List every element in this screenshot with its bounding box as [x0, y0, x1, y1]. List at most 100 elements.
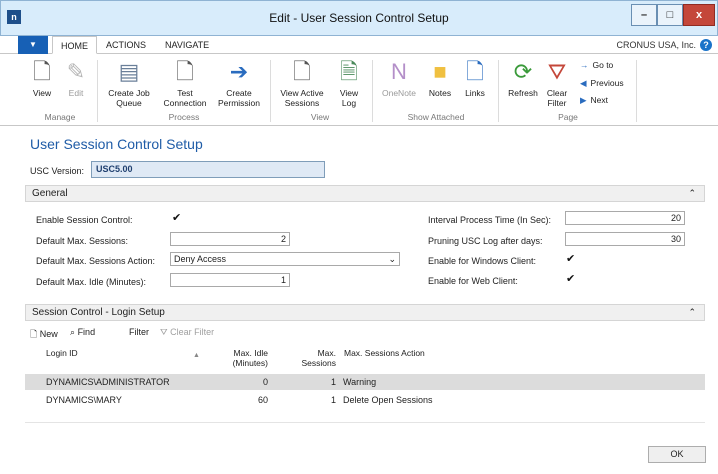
column-header-login-id[interactable]: Login ID — [46, 348, 78, 358]
cell-max-idle: 0 — [262, 377, 268, 387]
table-row[interactable]: DYNAMICS\ADMINISTRATOR 0 1 Warning — [25, 374, 705, 390]
usc-version-label: USC Version: — [30, 166, 85, 176]
group-divider — [636, 60, 637, 122]
clear-filter-icon: ⛛ — [547, 59, 567, 84]
group-divider — [97, 60, 98, 122]
enable-session-control-checkbox[interactable]: ✔ — [172, 213, 183, 224]
triangle-right-icon: ▶ — [580, 95, 587, 105]
cell-max-sessions: 1 — [330, 395, 336, 405]
tab-actions[interactable]: ACTIONS — [98, 36, 154, 54]
page-title: User Session Control Setup — [30, 136, 203, 152]
create-job-queue-button[interactable]: ▤ Create Job Queue — [102, 58, 156, 108]
notes-button[interactable]: ■ Notes — [424, 58, 456, 98]
chevron-up-icon[interactable]: ⌃ — [688, 305, 696, 320]
default-max-sessions-field[interactable]: 2 — [170, 232, 290, 246]
document-check-icon: 🗋 — [176, 59, 194, 84]
default-max-idle-field[interactable]: 1 — [170, 273, 290, 287]
new-button[interactable]: 🗋 New — [30, 327, 58, 343]
job-queue-icon: ▤ — [118, 59, 140, 84]
view-active-sessions-button[interactable]: 🗋 View Active Sessions — [274, 58, 330, 108]
binoculars-icon: ⌕ — [70, 327, 76, 337]
enable-session-control-label: Enable Session Control: — [36, 215, 133, 225]
view-button[interactable]: 🗋 View — [28, 58, 56, 98]
tab-navigate[interactable]: NAVIGATE — [157, 36, 217, 54]
enable-windows-client-label: Enable for Windows Client: — [428, 256, 537, 266]
enable-web-client-label: Enable for Web Client: — [428, 276, 518, 286]
find-button[interactable]: ⌕ Find — [70, 327, 95, 338]
chevron-down-icon: ⌄ — [388, 254, 396, 264]
general-section-header[interactable]: General ⌃ — [25, 185, 705, 202]
note-icon: ■ — [433, 59, 447, 84]
interval-process-time-field[interactable]: 20 — [565, 211, 685, 225]
group-divider — [270, 60, 271, 122]
view-log-button[interactable]: 🗎 View Log — [334, 58, 364, 108]
column-header-max-idle[interactable]: Max. Idle (Minutes) — [218, 348, 268, 368]
column-header-max-sessions[interactable]: Max. Sessions — [292, 348, 337, 368]
onenote-icon: N — [391, 59, 407, 84]
cell-max-sessions: 1 — [330, 377, 336, 387]
default-max-sessions-action-select[interactable]: Deny Access ⌄ — [170, 252, 400, 266]
view-icon: 🗋 — [33, 59, 51, 84]
maximize-button[interactable]: □ — [657, 4, 683, 26]
document-search-icon: 🗋 — [293, 59, 311, 84]
ok-button[interactable]: OK — [648, 446, 706, 463]
refresh-button[interactable]: ⟳ Refresh — [504, 58, 542, 98]
default-max-sessions-label: Default Max. Sessions: — [36, 236, 129, 246]
edit-button[interactable]: ✎ Edit — [62, 58, 90, 98]
default-max-idle-label: Default Max. Idle (Minutes): — [36, 277, 147, 287]
go-to-button[interactable]: → Go to — [580, 60, 613, 70]
link-icon: 🗋 — [466, 59, 484, 84]
next-button[interactable]: ▶ Next — [580, 95, 608, 106]
arrow-right-circle-icon: ➔ — [229, 59, 249, 84]
title-bar: n Edit - User Session Control Setup – □ … — [0, 0, 718, 36]
group-label-manage: Manage — [44, 112, 76, 122]
filter-button[interactable]: Filter — [129, 327, 149, 337]
chevron-up-icon[interactable]: ⌃ — [688, 186, 696, 201]
cell-login-id: DYNAMICS\ADMINISTRATOR — [46, 377, 170, 387]
group-label-process: Process — [168, 112, 200, 122]
column-header-max-sessions-action[interactable]: Max. Sessions Action — [344, 348, 425, 358]
usc-version-field[interactable]: USC5.00 — [91, 161, 325, 178]
onenote-button[interactable]: N OneNote — [380, 58, 418, 98]
create-permission-button[interactable]: ➔ Create Permission — [212, 58, 266, 108]
divider — [25, 422, 705, 423]
cell-max-idle: 60 — [257, 395, 268, 405]
interval-process-time-label: Interval Process Time (In Sec): — [428, 215, 552, 225]
group-label-view: View — [310, 112, 330, 122]
default-max-sessions-action-label: Default Max. Sessions Action: — [36, 256, 156, 266]
help-icon[interactable]: ? — [700, 39, 712, 51]
clear-filter-icon: ⛛ — [160, 327, 168, 337]
table-row[interactable]: DYNAMICS\MARY 60 1 Delete Open Sessions — [25, 392, 705, 408]
cell-login-id: DYNAMICS\MARY — [46, 395, 122, 405]
company-name: CRONUS USA, Inc. — [616, 40, 696, 50]
cell-action: Delete Open Sessions — [343, 395, 433, 405]
window-title: Edit - User Session Control Setup — [269, 11, 449, 25]
clear-filter-button[interactable]: ⛛ Clear Filter — [542, 58, 572, 108]
arrow-right-icon: → — [580, 60, 589, 70]
enable-web-client-checkbox[interactable]: ✔ — [566, 274, 577, 285]
pruning-usc-log-field[interactable]: 30 — [565, 232, 685, 246]
app-menu-button[interactable]: ▼ — [18, 36, 48, 54]
clear-filter-toolbar-button[interactable]: ⛛ Clear Filter — [160, 327, 214, 338]
sort-ascending-icon: ▲ — [193, 352, 200, 359]
enable-windows-client-checkbox[interactable]: ✔ — [566, 254, 577, 265]
close-button[interactable]: x — [683, 4, 715, 26]
tab-home[interactable]: HOME — [52, 36, 97, 54]
cell-action: Warning — [343, 377, 377, 387]
group-divider — [498, 60, 499, 122]
refresh-icon: ⟳ — [513, 59, 533, 84]
page-content: User Session Control Setup USC Version: … — [0, 126, 718, 474]
ribbon: 🗋 View ✎ Edit Manage ▤ Create Job Queue … — [0, 54, 718, 126]
log-icon: 🗎 — [340, 59, 358, 84]
login-setup-section-header[interactable]: Session Control - Login Setup ⌃ — [25, 304, 705, 321]
test-connection-button[interactable]: 🗋 Test Connection — [158, 58, 212, 108]
minimize-button[interactable]: – — [631, 4, 657, 26]
new-document-icon: 🗋 — [30, 329, 38, 339]
triangle-left-icon: ◀ — [580, 78, 587, 88]
pencil-icon: ✎ — [66, 59, 86, 84]
group-label-page: Page — [558, 112, 578, 122]
group-divider — [372, 60, 373, 122]
group-label-show-attached: Show Attached — [407, 112, 465, 122]
previous-button[interactable]: ◀ Previous — [580, 78, 624, 89]
links-button[interactable]: 🗋 Links — [460, 58, 490, 98]
